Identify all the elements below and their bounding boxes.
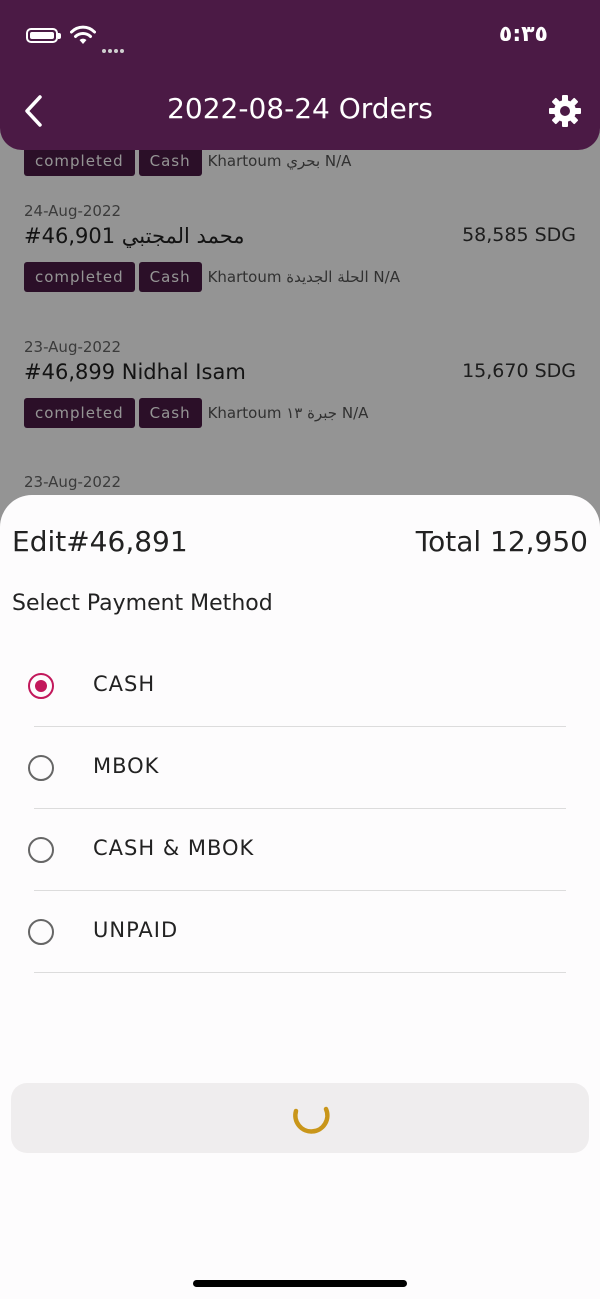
payment-option-unpaid[interactable]: UNPAID (0, 891, 600, 973)
divider (34, 972, 566, 973)
gear-icon[interactable] (548, 94, 582, 128)
submit-button[interactable] (11, 1083, 589, 1153)
payment-option-cash-mbok[interactable]: CASH & MBOK (0, 809, 600, 891)
wifi-icon (70, 25, 96, 44)
payment-options: CASH MBOK CASH & MBOK UNPAID (0, 645, 600, 973)
payment-option-label: CASH & MBOK (93, 836, 255, 860)
radio-icon[interactable] (28, 837, 54, 863)
battery-icon (26, 28, 61, 43)
radio-icon[interactable] (28, 919, 54, 945)
radio-selected-icon[interactable] (28, 673, 54, 699)
payment-option-label: UNPAID (93, 918, 179, 942)
payment-option-mbok[interactable]: MBOK (0, 727, 600, 809)
order-total-label: Total 12,950 (415, 525, 588, 558)
payment-method-sheet: Edit#46,891 Total 12,950 Select Payment … (0, 495, 600, 1299)
status-time: ٥:٣٥ (498, 22, 548, 47)
home-indicator (193, 1280, 407, 1287)
payment-option-cash[interactable]: CASH (0, 645, 600, 727)
payment-option-label: MBOK (93, 754, 160, 778)
sheet-subtitle: Select Payment Method (12, 591, 273, 616)
status-bar: ٥:٣٥ (0, 22, 600, 53)
signal-icon (102, 38, 126, 57)
spinner-icon (293, 1106, 330, 1134)
radio-icon[interactable] (28, 755, 54, 781)
edit-order-label: Edit#46,891 (12, 525, 188, 558)
page-title: 2022-08-24 Orders (167, 92, 433, 125)
payment-option-label: CASH (93, 672, 156, 696)
app-header: ٥:٣٥ 2022-08-24 Orders (0, 0, 600, 150)
